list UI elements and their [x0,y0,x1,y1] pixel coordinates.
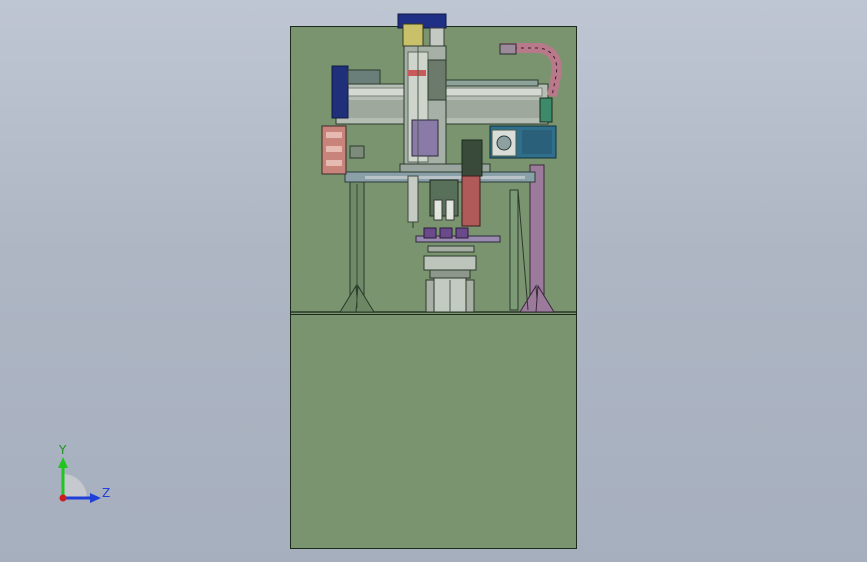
triad-axes [58,457,101,503]
vertical-z-axis[interactable] [397,13,447,168]
orientation-triad: Y Z [40,440,130,510]
y-axis-label: Y [59,443,67,457]
servo-motor[interactable] [489,125,557,159]
assembly-drawing[interactable] [0,0,867,562]
x-axis-origin [59,494,67,502]
z-axis-label: Z [102,486,111,500]
lower-frame-panel[interactable] [290,314,577,549]
cad-viewport[interactable]: Y Z [0,0,867,562]
lift-cylinder[interactable] [425,277,475,313]
